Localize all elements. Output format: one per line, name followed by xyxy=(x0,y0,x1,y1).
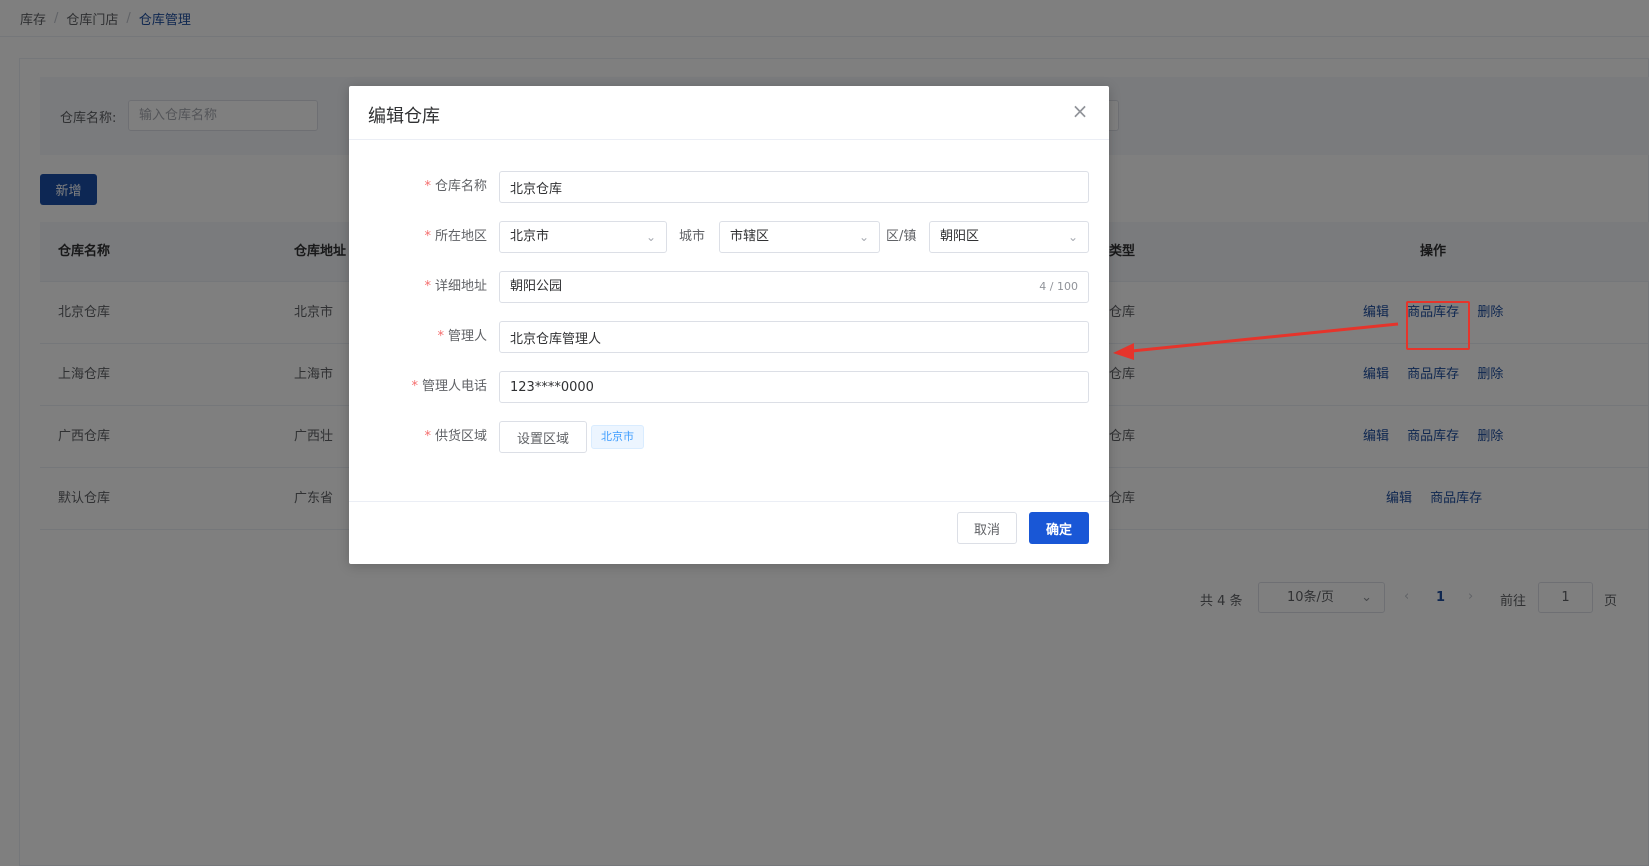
annotation-highlight-box xyxy=(1406,301,1470,350)
form-row-region: * 所在地区 北京市 ⌄ 城市 市辖区 ⌄ 区/镇 朝阳区 ⌄ xyxy=(349,221,1109,253)
form-row-address: * 详细地址 朝阳公园 4 / 100 xyxy=(349,271,1109,303)
required-mark: * xyxy=(424,279,431,294)
form-row-manager: * 管理人 xyxy=(349,321,1109,353)
detail-address-input[interactable]: 朝阳公园 4 / 100 xyxy=(499,271,1089,303)
form-label: * 仓库名称 xyxy=(424,179,487,194)
required-mark: * xyxy=(424,229,431,244)
city-label: 城市 xyxy=(679,229,706,244)
dialog-header: 编辑仓库 × xyxy=(349,86,1109,140)
detail-address-value: 朝阳公园 xyxy=(510,279,563,294)
required-mark: * xyxy=(411,379,418,394)
form-label: * 管理人电话 xyxy=(411,379,487,394)
district-value: 朝阳区 xyxy=(940,229,980,244)
form-row-phone: * 管理人电话 xyxy=(349,371,1109,403)
city-select[interactable]: 市辖区 ⌄ xyxy=(719,221,880,253)
required-mark: * xyxy=(424,179,431,194)
city-value: 市辖区 xyxy=(730,229,770,244)
required-mark: * xyxy=(437,329,444,344)
set-area-button[interactable]: 设置区域 xyxy=(499,421,587,453)
dialog-footer: 取消 确定 xyxy=(349,501,1109,564)
required-mark: * xyxy=(424,429,431,444)
warehouse-name-input[interactable] xyxy=(499,171,1089,203)
form-row-supply: * 供货区域 设置区域 北京市 xyxy=(349,421,1109,453)
char-count: 4 / 100 xyxy=(1039,280,1078,293)
chevron-down-icon: ⌄ xyxy=(645,230,656,244)
manager-input[interactable] xyxy=(499,321,1089,353)
manager-phone-input[interactable] xyxy=(499,371,1089,403)
form-label: * 供货区域 xyxy=(424,429,487,444)
chevron-down-icon: ⌄ xyxy=(1067,230,1078,244)
province-value: 北京市 xyxy=(510,229,550,244)
confirm-button[interactable]: 确定 xyxy=(1029,512,1089,544)
form-row-name: * 仓库名称 xyxy=(349,171,1109,203)
form-label: * 详细地址 xyxy=(424,279,487,294)
dialog-title: 编辑仓库 xyxy=(368,106,440,127)
area-tag: 北京市 xyxy=(591,425,644,449)
form-label: * 所在地区 xyxy=(424,229,487,244)
form-label: * 管理人 xyxy=(437,329,487,344)
edit-warehouse-dialog: 编辑仓库 × *仓库名称 *所在地区 北京市 ⌄ 城市 市辖区 ⌄ 区/镇 朝阳… xyxy=(349,86,1109,564)
province-select[interactable]: 北京市 ⌄ xyxy=(499,221,667,253)
district-select[interactable]: 朝阳区 ⌄ xyxy=(929,221,1089,253)
district-label: 区/镇 xyxy=(886,229,917,244)
close-icon[interactable]: × xyxy=(1069,100,1091,122)
chevron-down-icon: ⌄ xyxy=(858,230,869,244)
cancel-button[interactable]: 取消 xyxy=(957,512,1017,544)
